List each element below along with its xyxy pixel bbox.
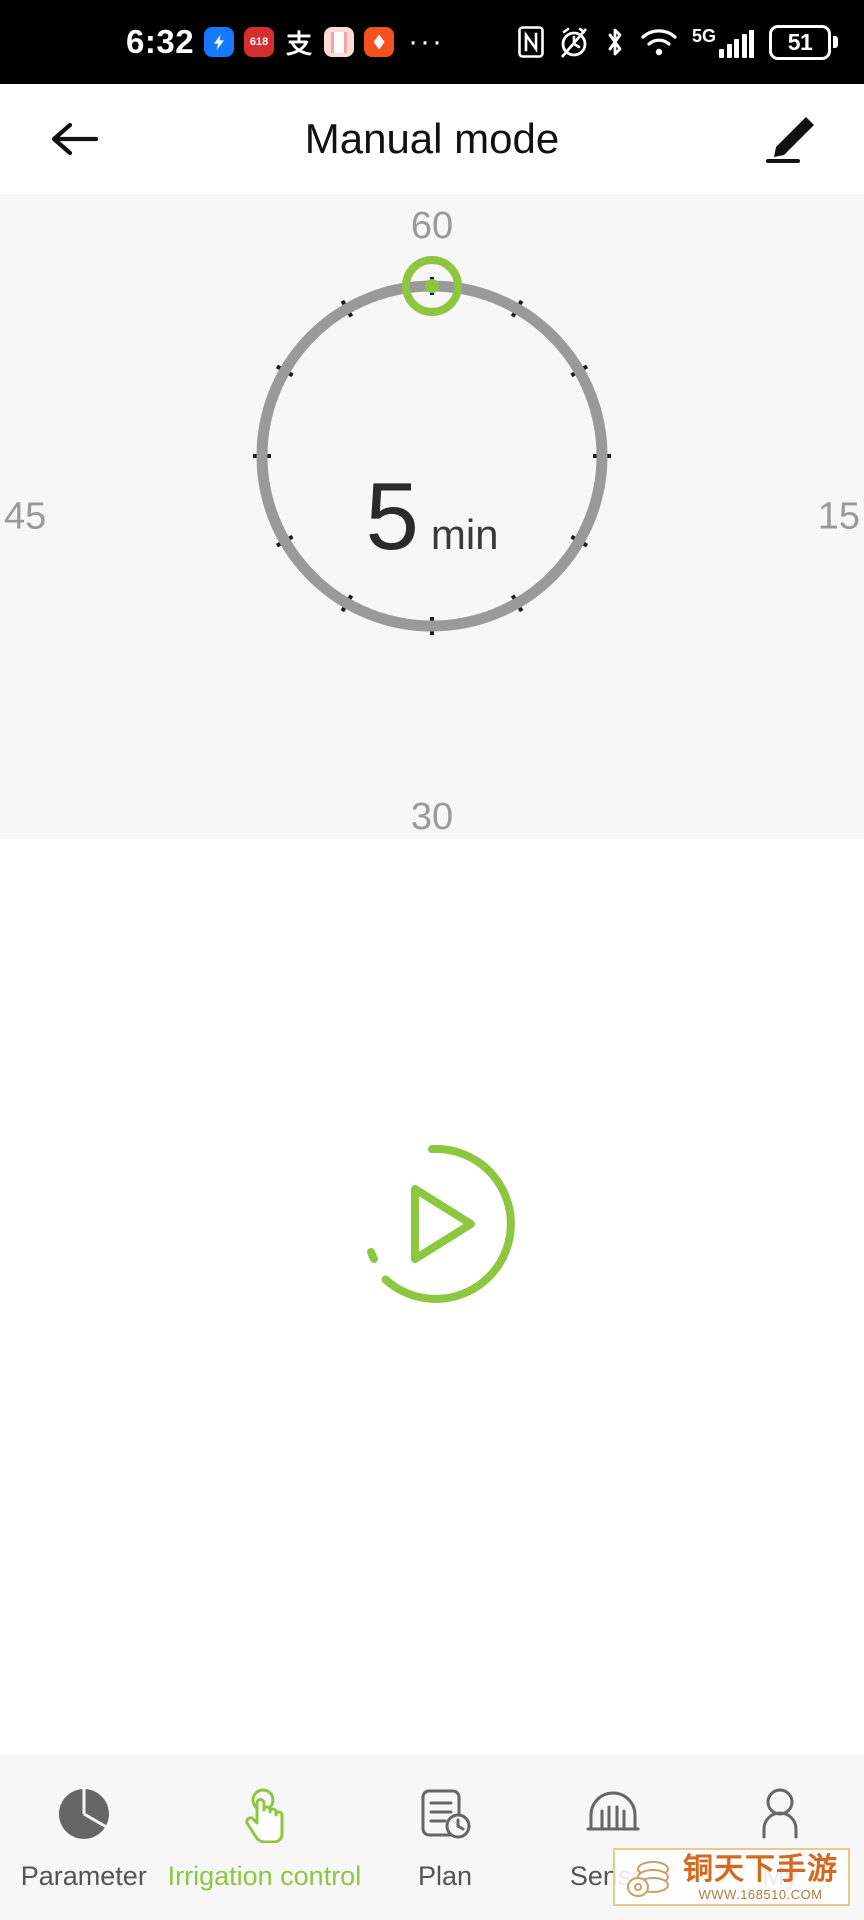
status-bar: 6:32 618 支 ··· 5G 51 bbox=[0, 0, 864, 84]
battery-indicator: 51 bbox=[769, 24, 838, 60]
wifi-icon bbox=[641, 27, 677, 57]
xianyu-icon bbox=[364, 27, 395, 57]
sensor-dome-icon bbox=[584, 1783, 642, 1845]
dial-label-30: 30 bbox=[410, 795, 454, 838]
timer-dial[interactable]: 5 min 60 15 30 45 bbox=[4, 205, 860, 838]
book-icon bbox=[324, 27, 355, 57]
edit-pencil-icon bbox=[766, 117, 814, 163]
app-bar: Manual mode bbox=[0, 84, 864, 194]
battery-level-label: 51 bbox=[769, 24, 831, 60]
page-title: Manual mode bbox=[304, 115, 560, 162]
bluetooth-icon bbox=[604, 26, 626, 58]
nav-label-plan: Plan bbox=[417, 1861, 473, 1891]
nav-item-my[interactable]: My bbox=[696, 1783, 864, 1892]
nav-item-sensor[interactable]: Sensor bbox=[529, 1783, 697, 1892]
jd-618-icon: 618 bbox=[244, 27, 275, 57]
network-type-indicator: 5G bbox=[692, 27, 754, 58]
bottom-navigation: Parameter Irrigation control Plan Sensor… bbox=[0, 1755, 864, 1920]
nav-label-sensor: Sensor bbox=[569, 1861, 656, 1891]
nav-label-irrigation-control: Irrigation control bbox=[167, 1861, 362, 1891]
alarm-icon bbox=[559, 26, 589, 58]
status-bar-left: 6:32 618 支 ··· bbox=[126, 23, 444, 61]
back-button[interactable] bbox=[44, 109, 104, 169]
signal-bars-icon bbox=[719, 29, 754, 58]
timer-dial-panel: 5 min 60 15 30 45 bbox=[0, 194, 864, 839]
status-bar-right: 5G 51 bbox=[518, 24, 838, 60]
start-irrigation-button[interactable] bbox=[347, 1139, 517, 1314]
pie-chart-icon bbox=[55, 1783, 113, 1845]
nav-label-my: My bbox=[762, 1861, 799, 1891]
dial-track bbox=[256, 280, 608, 631]
dial-label-15: 15 bbox=[817, 495, 860, 537]
person-icon bbox=[751, 1783, 809, 1845]
document-clock-icon bbox=[416, 1783, 474, 1845]
back-arrow-icon bbox=[51, 122, 98, 156]
play-button-icon bbox=[367, 1144, 515, 1303]
dial-graphic[interactable] bbox=[112, 237, 752, 797]
status-bar-clock: 6:32 bbox=[126, 23, 195, 60]
nfc-icon bbox=[518, 26, 544, 58]
network-type-label: 5G bbox=[691, 25, 716, 46]
status-overflow-icon: ··· bbox=[408, 25, 445, 58]
dingtalk-icon bbox=[204, 27, 235, 57]
tap-hand-icon bbox=[235, 1783, 293, 1845]
battery-cap-icon bbox=[833, 36, 838, 48]
alipay-icon: 支 bbox=[286, 28, 313, 58]
edit-button[interactable] bbox=[760, 109, 820, 169]
nav-item-irrigation-control[interactable]: Irrigation control bbox=[167, 1783, 362, 1892]
nav-label-parameter: Parameter bbox=[20, 1861, 147, 1891]
nav-item-parameter[interactable]: Parameter bbox=[0, 1783, 168, 1892]
dial-label-60: 60 bbox=[410, 204, 454, 247]
dial-tick-marks bbox=[253, 276, 611, 635]
nav-item-plan[interactable]: Plan bbox=[361, 1783, 529, 1892]
dial-label-45: 45 bbox=[4, 495, 47, 537]
